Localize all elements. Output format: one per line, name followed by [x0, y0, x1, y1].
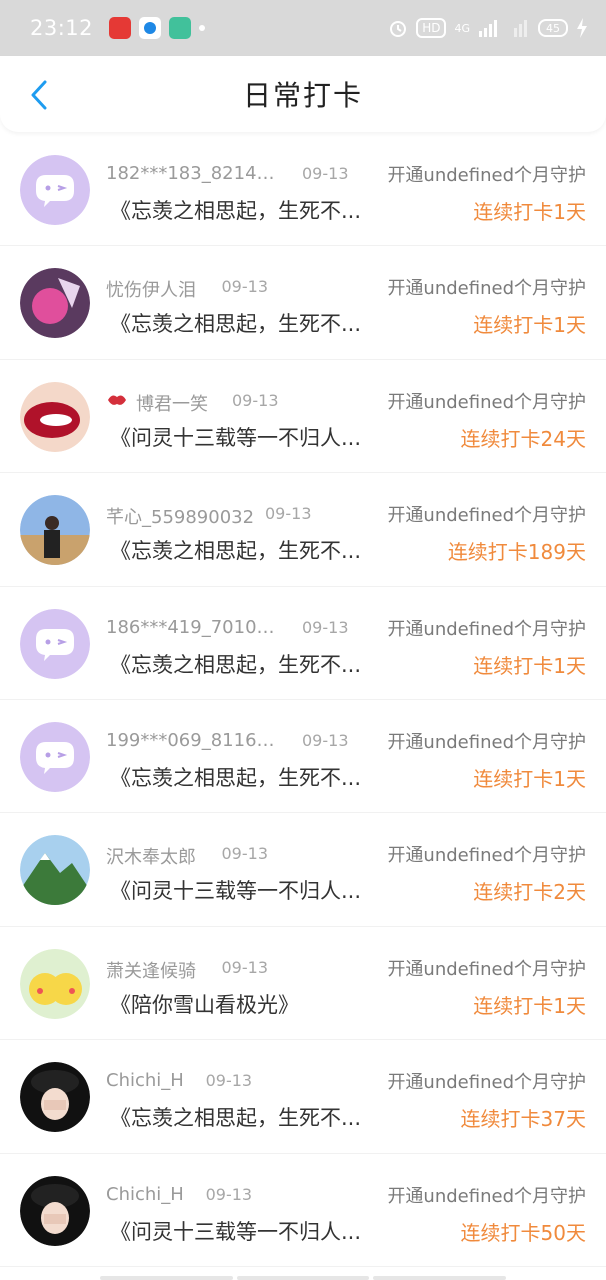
signal-icon: [479, 20, 497, 37]
checkin-date: 09-13: [205, 1071, 253, 1091]
app-notification-icon: [109, 17, 132, 39]
book-title[interactable]: 《问灵十三载等一不归人...: [110, 422, 361, 452]
avatar[interactable]: [20, 721, 90, 792]
user-name[interactable]: 199***069_81160...: [106, 730, 284, 751]
streak-badge: 连续打卡1天: [473, 313, 586, 338]
book-title[interactable]: 《陪你雪山看极光》: [110, 989, 299, 1019]
signal-secondary-icon: [514, 20, 527, 37]
checkin-row[interactable]: Chichi_H 09-13 开通undefined个月守护《问灵十三载等一不归人.…: [0, 1154, 606, 1267]
streak-badge: 连续打卡1天: [473, 653, 586, 678]
streak-badge: 连续打卡37天: [460, 1107, 586, 1132]
chevron-left-icon: [31, 80, 47, 110]
checkin-date: 09-13: [221, 844, 269, 864]
checkin-date: 09-13: [221, 277, 269, 297]
user-name[interactable]: 忧伤伊人泪: [106, 276, 196, 302]
checkin-row[interactable]: 萧关逢候骑 09-13 开通undefined个月守护《陪你雪山看极光》 连续打卡1天: [0, 927, 606, 1041]
page-header: 日常打卡: [0, 56, 606, 132]
avatar[interactable]: [20, 495, 90, 566]
guard-description: 开通undefined个月守护: [387, 958, 586, 980]
checkin-row[interactable]: 芊心_559890032 09-13 开通undefined个月守护《忘羡之相思起，…: [0, 473, 606, 587]
user-name[interactable]: 182***183_82146...: [106, 163, 284, 184]
page-title: 日常打卡: [242, 79, 363, 112]
guard-description: 开通undefined个月守护: [387, 618, 586, 640]
checkin-row[interactable]: 博君一笑 09-13 开通undefined个月守护《问灵十三载等一不归人... 连续…: [0, 360, 606, 474]
avatar[interactable]: [20, 1062, 90, 1133]
guard-description: 开通undefined个月守护: [387, 391, 586, 413]
book-title[interactable]: 《忘羡之相思起，生死不...: [110, 308, 361, 338]
status-app-icons: [109, 17, 206, 39]
avatar[interactable]: [20, 155, 90, 225]
checkin-date: 09-13: [221, 957, 269, 977]
checkin-row[interactable]: 沢木奉太郎 09-13 开通undefined个月守护《问灵十三载等一不归人... 连…: [0, 813, 606, 927]
bottom-bar: [100, 1276, 507, 1280]
guard-description: 开通undefined个月守护: [387, 505, 586, 527]
book-title[interactable]: 《忘羡之相思起，生死不...: [110, 535, 361, 565]
network-label: 4G: [454, 21, 470, 35]
streak-badge: 连续打卡189天: [447, 540, 586, 565]
checkin-row[interactable]: 186***419_70107... 09-13 开通undefined个月守护《忘…: [0, 587, 606, 700]
lips-badge-icon: [106, 390, 128, 414]
shopping-app-icon: [169, 17, 192, 39]
book-title[interactable]: 《问灵十三载等一不归人...: [110, 875, 361, 905]
streak-badge: 连续打卡24天: [460, 426, 586, 451]
status-bar: 23:12 HD 4G 45: [0, 0, 606, 56]
checkin-date: 09-13: [265, 504, 312, 524]
avatar[interactable]: [20, 268, 90, 339]
more-notifications-icon: [199, 25, 206, 31]
guard-description: 开通undefined个月守护: [387, 278, 586, 300]
avatar[interactable]: [20, 381, 90, 452]
avatar[interactable]: [20, 608, 90, 679]
guard-description: 开通undefined个月守护: [387, 165, 586, 186]
guard-description: 开通undefined个月守护: [387, 1072, 586, 1094]
streak-badge: 连续打卡1天: [473, 993, 586, 1018]
checkin-date: 09-13: [302, 617, 349, 637]
battery-icon: 45: [538, 19, 568, 37]
user-name[interactable]: 萧关逢候骑: [106, 957, 196, 983]
user-name[interactable]: 沢木奉太郎: [106, 843, 196, 869]
streak-badge: 连续打卡1天: [473, 200, 586, 224]
user-name[interactable]: Chichi_H: [106, 1070, 184, 1091]
back-button[interactable]: [22, 78, 56, 112]
guard-description: 开通undefined个月守护: [387, 1185, 586, 1207]
alarm-icon: [390, 21, 407, 37]
book-title[interactable]: 《忘羡之相思起，生死不...: [110, 1102, 361, 1132]
guard-description: 开通undefined个月守护: [387, 731, 586, 753]
guard-description: 开通undefined个月守护: [387, 845, 586, 867]
streak-badge: 连续打卡50天: [460, 1220, 586, 1245]
avatar[interactable]: [20, 835, 90, 906]
checkin-row[interactable]: Chichi_H 09-13 开通undefined个月守护《忘羡之相思起，生死不.…: [0, 1040, 606, 1154]
checkin-date: 09-13: [302, 164, 349, 183]
streak-badge: 连续打卡2天: [473, 880, 586, 905]
book-title[interactable]: 《忘羡之相思起，生死不...: [110, 649, 361, 679]
avatar[interactable]: [20, 1175, 90, 1246]
book-title[interactable]: 《忘羡之相思起，生死不...: [110, 762, 361, 792]
browser-app-icon: [139, 17, 162, 39]
status-system-icons: HD 4G 45: [388, 18, 588, 38]
checkin-row[interactable]: 199***069_81160... 09-13 开通undefined个月守护《忘…: [0, 700, 606, 814]
user-name[interactable]: Chichi_H: [106, 1184, 184, 1205]
status-time: 23:12: [30, 16, 94, 40]
user-name[interactable]: 芊心_559890032: [106, 503, 254, 529]
checkin-list: 182***183_82146... 09-13 开通undefined个月守护 《忘…: [0, 133, 606, 1267]
book-title[interactable]: 《忘羡之相思起，生死不...: [110, 195, 361, 225]
charging-icon: [577, 18, 587, 38]
checkin-row[interactable]: 忧伤伊人泪 09-13 开通undefined个月守护《忘羡之相思起，生死不... 连…: [0, 246, 606, 360]
streak-badge: 连续打卡1天: [473, 766, 586, 791]
book-title[interactable]: 《问灵十三载等一不归人...: [110, 1216, 361, 1246]
user-name[interactable]: 186***419_70107...: [106, 617, 284, 638]
user-name[interactable]: 博君一笑: [136, 390, 208, 416]
checkin-date: 09-13: [205, 1184, 253, 1204]
checkin-date: 09-13: [232, 390, 279, 410]
hd-badge: HD: [416, 18, 447, 38]
checkin-date: 09-13: [302, 730, 349, 750]
checkin-row[interactable]: 182***183_82146... 09-13 开通undefined个月守护《忘…: [0, 133, 606, 247]
avatar[interactable]: [20, 948, 90, 1019]
